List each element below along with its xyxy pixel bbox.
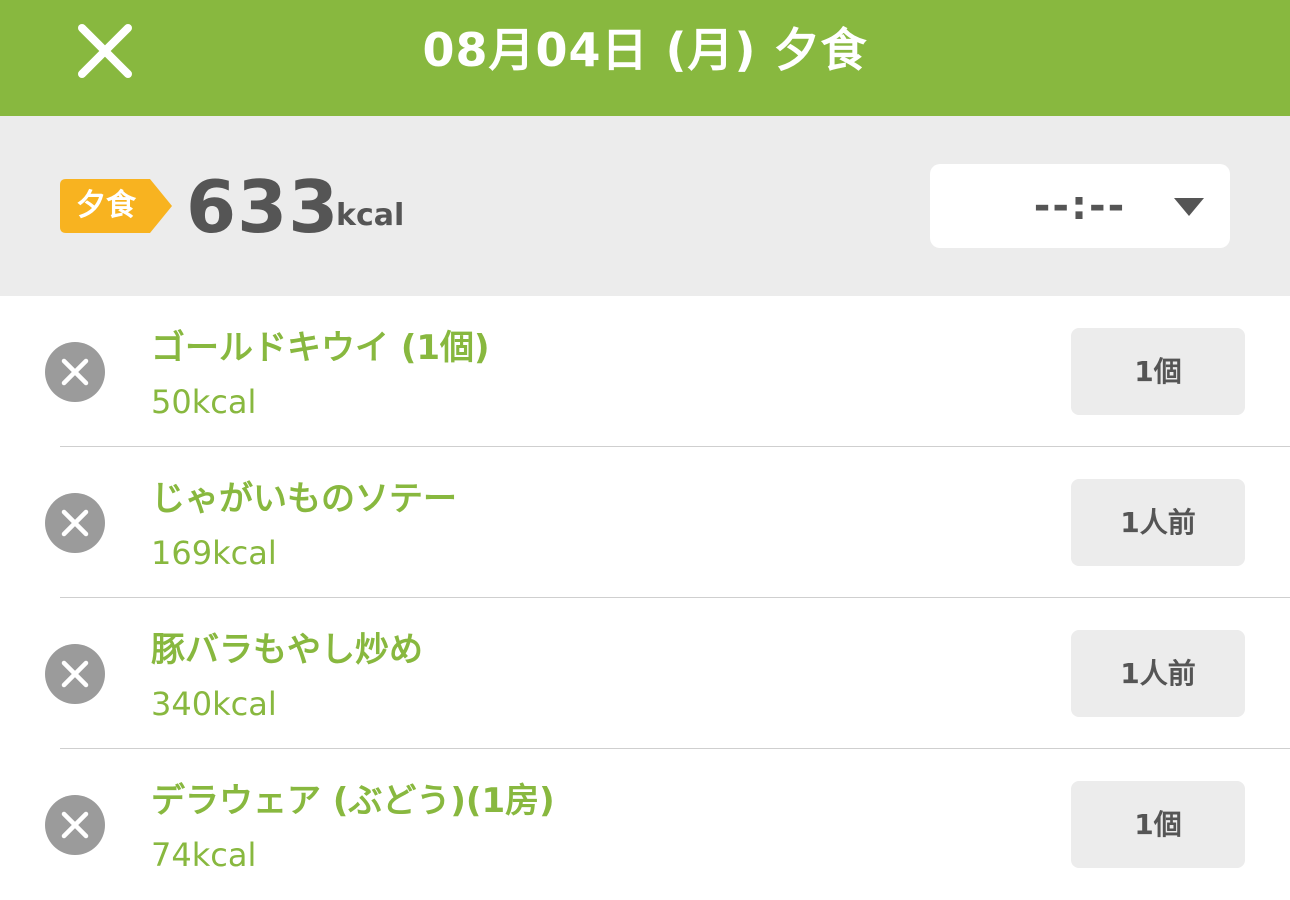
close-icon bbox=[61, 811, 89, 839]
food-row: 豚バラもやし炒め 340kcal 1人前 bbox=[0, 598, 1290, 749]
food-row: ゴールドキウイ (1個) 50kcal 1個 bbox=[0, 296, 1290, 447]
close-icon bbox=[61, 509, 89, 537]
meal-type-badge: 夕食 bbox=[60, 179, 172, 233]
food-name[interactable]: ゴールドキウイ (1個) bbox=[151, 324, 490, 372]
chevron-down-icon bbox=[1174, 198, 1204, 216]
calories-unit: kcal bbox=[336, 198, 405, 233]
meal-time-value: --:-- bbox=[1033, 183, 1127, 229]
portion-button[interactable]: 1個 bbox=[1071, 781, 1245, 868]
food-calories: 50kcal bbox=[151, 383, 257, 421]
close-icon bbox=[61, 358, 89, 386]
food-name[interactable]: じゃがいものソテー bbox=[151, 475, 457, 523]
meal-summary: 夕食 633 kcal --:-- bbox=[0, 116, 1290, 296]
total-calories: 633 bbox=[186, 165, 340, 249]
food-row: デラウェア (ぶどう)(1房) 74kcal 1個 bbox=[0, 749, 1290, 900]
remove-food-button[interactable] bbox=[45, 644, 105, 704]
remove-food-button[interactable] bbox=[45, 342, 105, 402]
food-calories: 169kcal bbox=[151, 534, 277, 572]
food-name[interactable]: デラウェア (ぶどう)(1房) bbox=[151, 777, 555, 825]
food-calories: 340kcal bbox=[151, 685, 277, 723]
remove-food-button[interactable] bbox=[45, 795, 105, 855]
close-icon bbox=[61, 660, 89, 688]
food-row: じゃがいものソテー 169kcal 1人前 bbox=[0, 447, 1290, 598]
page-title: 08月04日 (月) 夕食 bbox=[422, 23, 868, 77]
portion-button[interactable]: 1人前 bbox=[1071, 630, 1245, 717]
portion-button[interactable]: 1個 bbox=[1071, 328, 1245, 415]
food-calories: 74kcal bbox=[151, 836, 257, 874]
header-bar: 08月04日 (月) 夕食 bbox=[0, 0, 1290, 116]
remove-food-button[interactable] bbox=[45, 493, 105, 553]
meal-type-label: 夕食 bbox=[76, 188, 136, 223]
meal-time-select[interactable]: --:-- bbox=[930, 164, 1230, 248]
food-name[interactable]: 豚バラもやし炒め bbox=[151, 626, 423, 674]
portion-button[interactable]: 1人前 bbox=[1071, 479, 1245, 566]
